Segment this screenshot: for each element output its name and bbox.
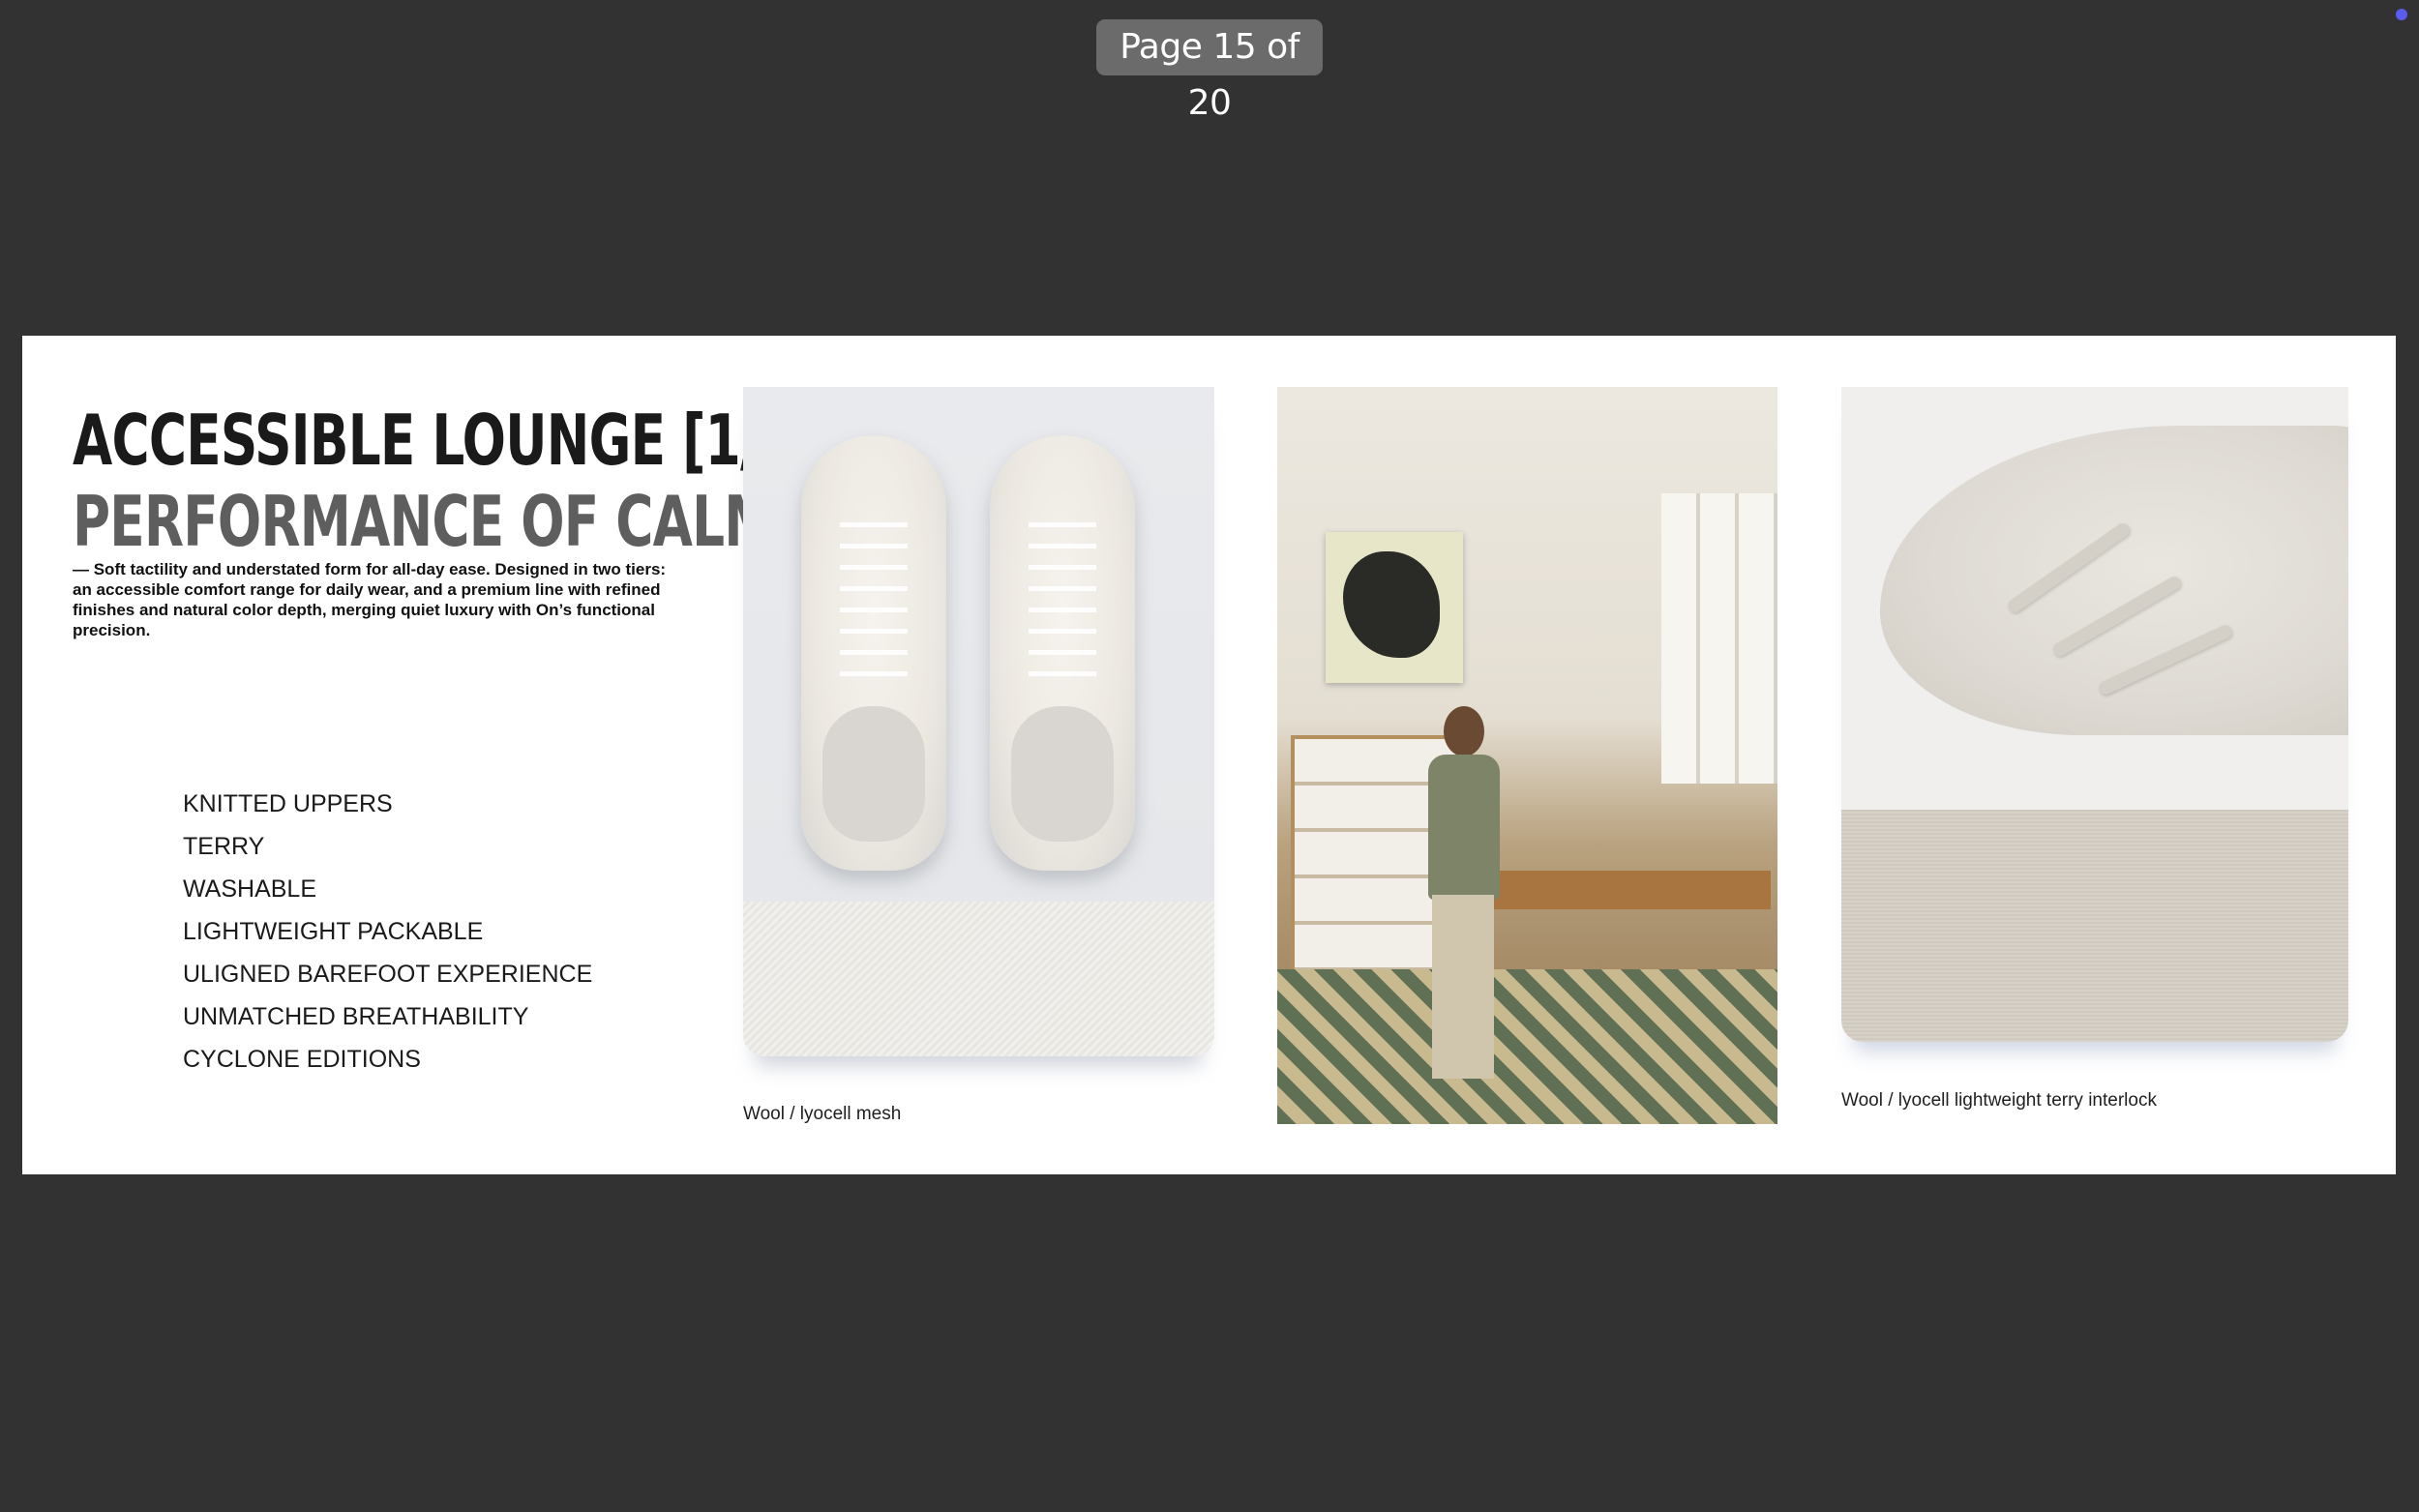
slide-description: — Soft tactility and understated form fo… — [73, 560, 667, 639]
slide-subtitle: PERFORMANCE OF CALM — [73, 481, 775, 562]
slide[interactable]: ACCESSIBLE LOUNGE [1/2] PERFORMANCE OF C… — [22, 336, 2396, 1174]
page-indicator: Page 15 of 20 — [1096, 19, 1323, 123]
studio-artwork — [1326, 532, 1463, 683]
sneakers-top-view-image — [743, 387, 1214, 1056]
studio-person — [1422, 706, 1506, 1093]
wool-shoe-shape — [1880, 426, 2348, 735]
lace — [2005, 520, 2133, 615]
sneakers-caption: Wool / lyocell mesh — [743, 1104, 902, 1124]
studio-tiled-floor — [1277, 969, 1777, 1124]
feature-item: ULIGNED BAREFOOT EXPERIENCE — [183, 961, 593, 988]
mesh-fabric-swatch — [743, 902, 1214, 1056]
studio-window — [1661, 493, 1777, 784]
feature-item: LIGHTWEIGHT PACKABLE — [183, 918, 484, 945]
torso — [1428, 755, 1500, 900]
laces — [840, 522, 908, 687]
insole — [822, 706, 925, 842]
feature-list: KNITTED UPPERS TERRY WASHABLE LIGHTWEIGH… — [183, 783, 592, 1081]
laces — [1029, 522, 1096, 687]
feature-item: WASHABLE — [183, 875, 317, 903]
legs — [1432, 895, 1494, 1079]
right-sneaker-shape — [990, 435, 1135, 871]
slide-title: ACCESSIBLE LOUNGE [1/2] — [73, 400, 817, 481]
feature-item: TERRY — [183, 833, 265, 860]
status-dot-icon — [2396, 9, 2407, 20]
presentation-viewer: Page 15 of 20 ACCESSIBLE LOUNGE [1/2] PE… — [0, 0, 2419, 1512]
left-sneaker-shape — [801, 435, 946, 871]
studio-portrait-image — [1277, 387, 1777, 1124]
head — [1444, 706, 1484, 756]
wool-shoe-closeup-image — [1841, 387, 2348, 1042]
lace — [2050, 574, 2184, 659]
wool-shoe-caption: Wool / lyocell lightweight terry interlo… — [1841, 1090, 2157, 1111]
lace — [2097, 622, 2234, 697]
insole — [1011, 706, 1114, 842]
feature-item: CYCLONE EDITIONS — [183, 1046, 421, 1073]
feature-item: UNMATCHED BREATHABILITY — [183, 1003, 529, 1030]
feature-item: KNITTED UPPERS — [183, 790, 393, 817]
studio-desk — [1461, 871, 1771, 909]
terry-fabric-swatch — [1841, 810, 2348, 1042]
